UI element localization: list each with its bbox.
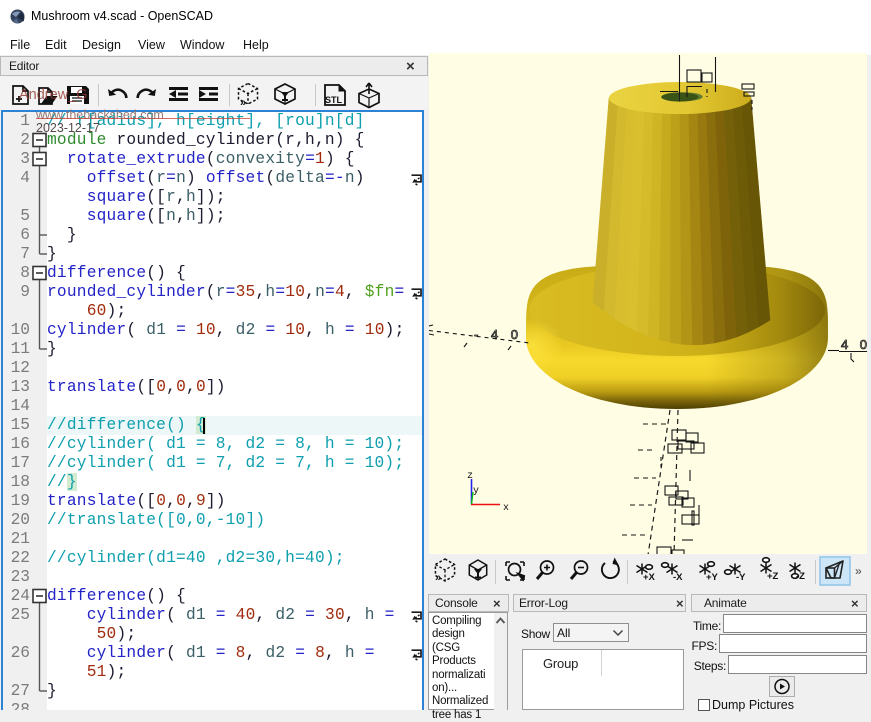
svg-text:-Z: -Z bbox=[796, 571, 805, 582]
svg-text:z: z bbox=[467, 471, 473, 482]
svg-text:»: » bbox=[435, 572, 441, 584]
svg-text:-X: -X bbox=[673, 572, 683, 583]
svg-text:+X: +X bbox=[643, 572, 656, 583]
svg-text:y: y bbox=[473, 486, 479, 497]
svg-text:+Y: +Y bbox=[706, 572, 719, 583]
svg-text:»: » bbox=[855, 564, 862, 578]
svg-text:-Y: -Y bbox=[736, 572, 746, 583]
svg-text:+Z: +Z bbox=[767, 571, 779, 582]
svg-text:x: x bbox=[503, 503, 509, 514]
